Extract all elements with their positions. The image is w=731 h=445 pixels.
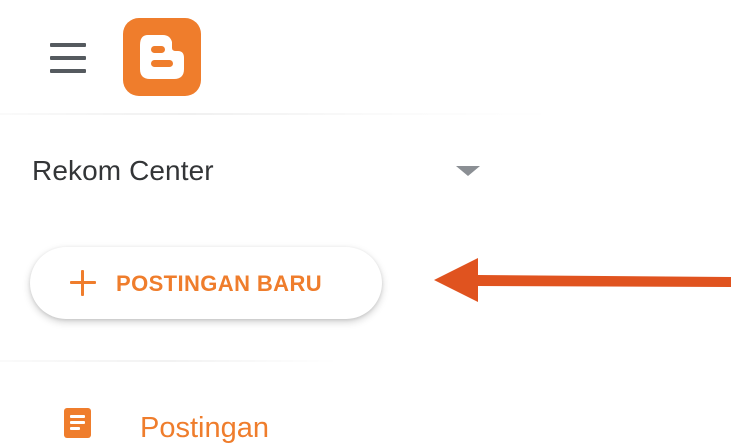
blog-name[interactable]: Rekom Center bbox=[32, 155, 214, 187]
blogger-b-glyph bbox=[140, 35, 184, 79]
divider bbox=[0, 360, 340, 362]
new-post-button[interactable]: POSTINGAN BARU bbox=[30, 247, 382, 319]
new-post-label: POSTINGAN BARU bbox=[116, 271, 323, 296]
blogger-logo-icon[interactable] bbox=[123, 18, 201, 96]
hamburger-line bbox=[50, 43, 86, 47]
hamburger-line bbox=[50, 69, 86, 73]
pointer-arrow-icon bbox=[434, 258, 731, 302]
plus-icon bbox=[70, 270, 96, 296]
sidebar-item-postingan[interactable]: Postingan bbox=[60, 400, 360, 444]
hamburger-line bbox=[50, 56, 86, 60]
sidebar-item-label: Postingan bbox=[140, 412, 269, 444]
document-icon bbox=[64, 408, 91, 438]
hamburger-menu-icon[interactable] bbox=[50, 43, 86, 73]
dropdown-triangle-icon[interactable] bbox=[456, 166, 480, 176]
divider bbox=[0, 113, 560, 115]
